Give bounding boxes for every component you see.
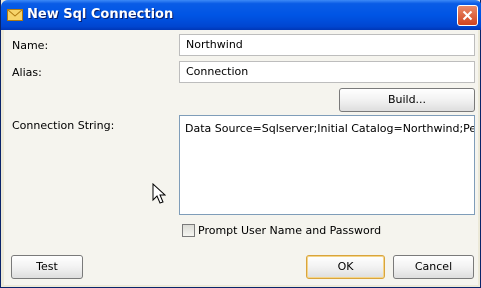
alias-field[interactable]: Connection [179, 61, 475, 83]
dialog-window: New Sql Connection Name: Northwind Alias… [0, 0, 481, 288]
test-button[interactable]: Test [11, 255, 83, 279]
prompt-label[interactable]: Prompt User Name and Password [198, 224, 381, 237]
prompt-checkbox[interactable] [182, 224, 195, 237]
ok-button[interactable]: OK [306, 255, 385, 279]
build-button[interactable]: Build... [339, 88, 475, 112]
envelope-icon [7, 7, 23, 23]
close-icon [462, 10, 473, 21]
title-bar[interactable]: New Sql Connection [1, 0, 481, 30]
dialog-body: Name: Northwind Alias: Connection Build.… [4, 30, 478, 285]
mouse-pointer-icon [152, 183, 166, 204]
connection-string-label: Connection String: [12, 119, 115, 132]
close-button[interactable] [457, 5, 478, 26]
alias-label: Alias: [12, 66, 42, 79]
connection-string-field[interactable]: Data Source=Sqlserver;Initial Catalog=No… [179, 115, 475, 215]
name-label: Name: [12, 39, 49, 52]
name-field[interactable]: Northwind [179, 34, 475, 56]
cancel-button[interactable]: Cancel [393, 255, 474, 279]
window-title: New Sql Connection [27, 7, 174, 22]
